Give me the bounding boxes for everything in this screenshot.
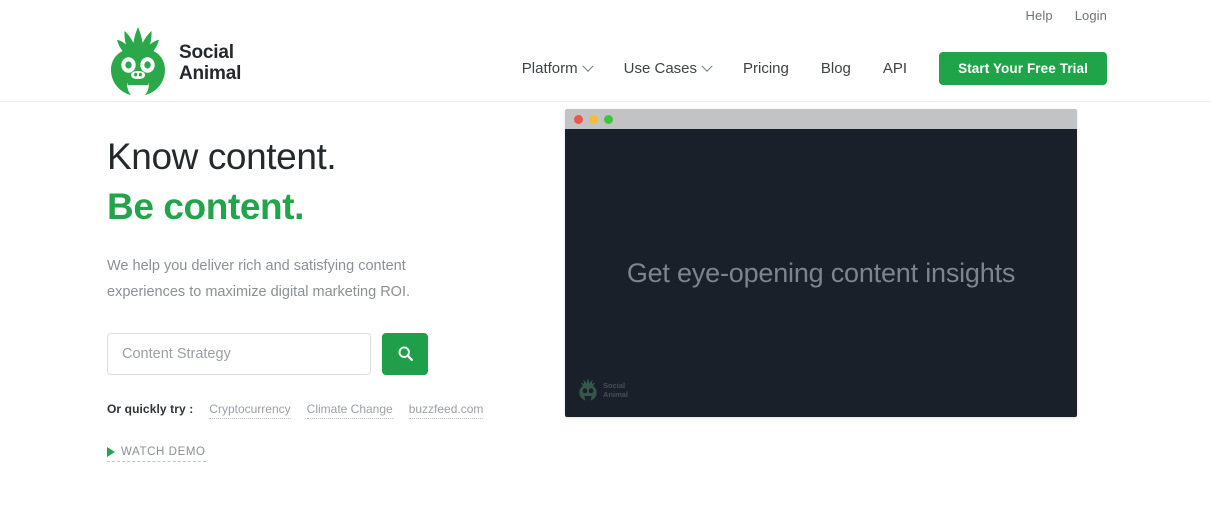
nav-item-platform-label: Platform xyxy=(522,60,578,77)
hero-content: Know content. Be content. We help you de… xyxy=(107,135,547,462)
nav-item-platform[interactable]: Platform xyxy=(506,60,608,77)
search-input[interactable] xyxy=(107,333,371,375)
quick-try-label: Or quickly try : xyxy=(107,402,193,416)
social-animal-monkey-logo-icon xyxy=(578,378,598,403)
video-watermark-wordmark: Social Animal xyxy=(603,382,628,399)
quick-try-link-buzzfeed[interactable]: buzzfeed.com xyxy=(409,402,484,419)
brand-name-line1: Social xyxy=(179,43,241,64)
nav-item-api[interactable]: API xyxy=(867,60,923,77)
start-free-trial-button[interactable]: Start Your Free Trial xyxy=(939,52,1107,85)
chevron-down-icon xyxy=(582,60,593,71)
utility-link-login[interactable]: Login xyxy=(1075,8,1107,23)
brand-wordmark: Social Animal xyxy=(179,43,241,84)
social-animal-monkey-logo-icon xyxy=(107,26,169,102)
video-watermark: Social Animal xyxy=(578,378,628,403)
nav-item-blog[interactable]: Blog xyxy=(805,60,867,77)
watermark-line2: Animal xyxy=(603,391,628,400)
hero-subcopy: We help you deliver rich and satisfying … xyxy=(107,254,457,305)
minimize-dot-icon[interactable] xyxy=(589,115,598,124)
quick-try-link-climate-change[interactable]: Climate Change xyxy=(307,402,393,419)
brand-logo[interactable]: Social Animal xyxy=(107,26,241,102)
main-navigation: Platform Use Cases Pricing Blog API Star… xyxy=(506,52,1107,85)
video-body[interactable]: Get eye-opening content insights Social … xyxy=(565,129,1077,417)
watch-demo-link[interactable]: WATCH DEMO xyxy=(107,446,206,462)
watch-demo-label: WATCH DEMO xyxy=(121,446,206,458)
hero-section: Know content. Be content. We help you de… xyxy=(0,102,1211,509)
search-button[interactable] xyxy=(382,333,428,375)
close-dot-icon[interactable] xyxy=(574,115,583,124)
hero-headline-line2: Be content. xyxy=(107,185,547,229)
quick-try-row: Or quickly try : Cryptocurrency Climate … xyxy=(107,402,547,419)
chevron-down-icon xyxy=(701,60,712,71)
brand-name-line2: Animal xyxy=(179,64,241,85)
search-icon xyxy=(397,345,414,362)
nav-item-use-cases[interactable]: Use Cases xyxy=(608,60,727,77)
quick-try-link-cryptocurrency[interactable]: Cryptocurrency xyxy=(209,402,290,419)
utility-link-help[interactable]: Help xyxy=(1026,8,1053,23)
hero-headline-line1: Know content. xyxy=(107,135,547,179)
maximize-dot-icon[interactable] xyxy=(604,115,613,124)
play-icon xyxy=(107,447,115,457)
nav-item-use-cases-label: Use Cases xyxy=(624,60,697,77)
video-preview-panel[interactable]: Get eye-opening content insights Social … xyxy=(565,109,1077,417)
video-caption: Get eye-opening content insights xyxy=(627,254,1015,292)
utility-nav: Help Login xyxy=(1026,8,1107,23)
nav-item-pricing[interactable]: Pricing xyxy=(727,60,805,77)
video-window-titlebar xyxy=(565,109,1077,129)
site-header: Help Login Social Animal Platform Use Ca… xyxy=(0,0,1211,102)
hero-search-row xyxy=(107,333,547,375)
